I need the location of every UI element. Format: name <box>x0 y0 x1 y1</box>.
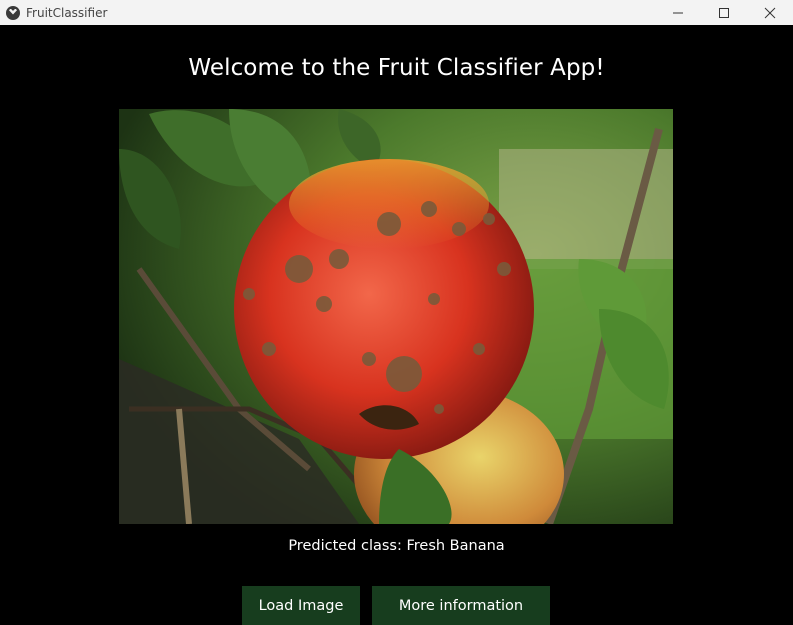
minimize-icon <box>673 12 683 13</box>
close-icon <box>764 7 776 18</box>
fruit-photo <box>119 109 673 524</box>
prediction-label: Predicted class: Fresh Banana <box>288 538 505 554</box>
maximize-icon <box>719 7 729 18</box>
title-bar: FruitClassifier <box>0 0 793 25</box>
close-button[interactable] <box>747 0 793 25</box>
app-logo-icon <box>6 5 20 20</box>
window-controls <box>655 0 793 25</box>
welcome-heading: Welcome to the Fruit Classifier App! <box>188 55 605 81</box>
more-information-button[interactable]: More information <box>372 586 550 625</box>
minimize-button[interactable] <box>655 0 701 25</box>
maximize-button[interactable] <box>701 0 747 25</box>
apple-image <box>119 109 673 524</box>
load-image-button[interactable]: Load Image <box>242 586 360 625</box>
window-title: FruitClassifier <box>26 5 108 20</box>
